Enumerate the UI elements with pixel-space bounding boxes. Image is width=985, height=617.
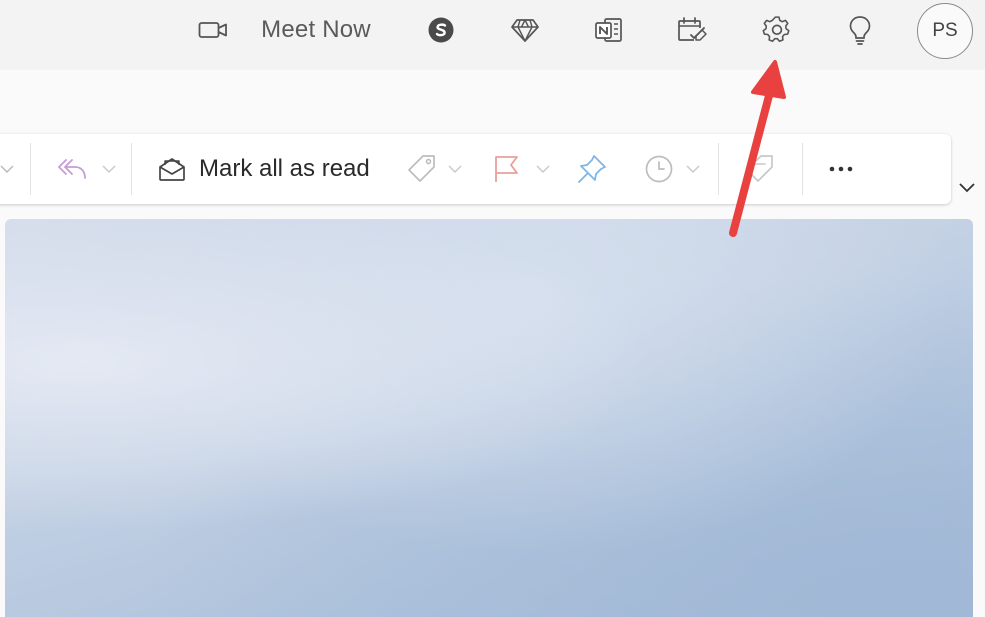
avatar-initials: PS [932, 20, 958, 41]
mark-all-as-read-label: Mark all as read [199, 155, 370, 182]
avatar[interactable]: PS [917, 3, 973, 59]
previous-dropdown-chevron-icon[interactable] [0, 134, 18, 204]
diamond-icon[interactable] [508, 0, 542, 60]
meet-now-label: Meet Now [261, 16, 371, 43]
lightbulb-icon[interactable] [844, 0, 876, 60]
outlook-window: Meet Now PS Mark all as read [0, 0, 985, 617]
label-button[interactable] [744, 134, 780, 204]
gear-icon[interactable] [759, 0, 795, 60]
calendar-check-icon[interactable] [674, 0, 710, 60]
tag-outline-icon [746, 155, 773, 182]
chevron-down-icon [686, 165, 700, 173]
mark-all-as-read-button[interactable]: Mark all as read [157, 134, 377, 204]
command-separator [30, 143, 31, 195]
tag-icon [408, 155, 435, 182]
command-separator [131, 143, 132, 195]
chevron-down-icon [536, 165, 550, 173]
command-separator [718, 143, 719, 195]
onenote-icon[interactable] [592, 0, 626, 60]
categorize-button[interactable] [406, 134, 468, 204]
reading-pane-background [5, 219, 973, 617]
flag-icon [495, 156, 518, 182]
command-bar [0, 134, 951, 204]
chevron-down-icon [102, 165, 116, 173]
expand-ribbon-chevron-icon[interactable] [956, 176, 978, 198]
clock-icon [645, 155, 673, 183]
envelope-open-icon [159, 158, 185, 181]
more-icon [829, 166, 853, 172]
command-separator [802, 143, 803, 195]
flag-button[interactable] [492, 134, 552, 204]
skype-icon[interactable] [424, 0, 458, 60]
snooze-button[interactable] [644, 134, 706, 204]
more-options-button[interactable] [828, 134, 862, 204]
reply-all-button[interactable] [56, 134, 120, 204]
pin-button[interactable] [576, 134, 612, 204]
video-camera-icon[interactable] [195, 0, 231, 60]
meet-now-button[interactable]: Meet Now [256, 0, 376, 60]
top-bar: Meet Now PS [0, 0, 985, 70]
chevron-down-icon [448, 165, 462, 173]
reply-all-icon [58, 159, 86, 179]
pin-icon [578, 155, 606, 183]
